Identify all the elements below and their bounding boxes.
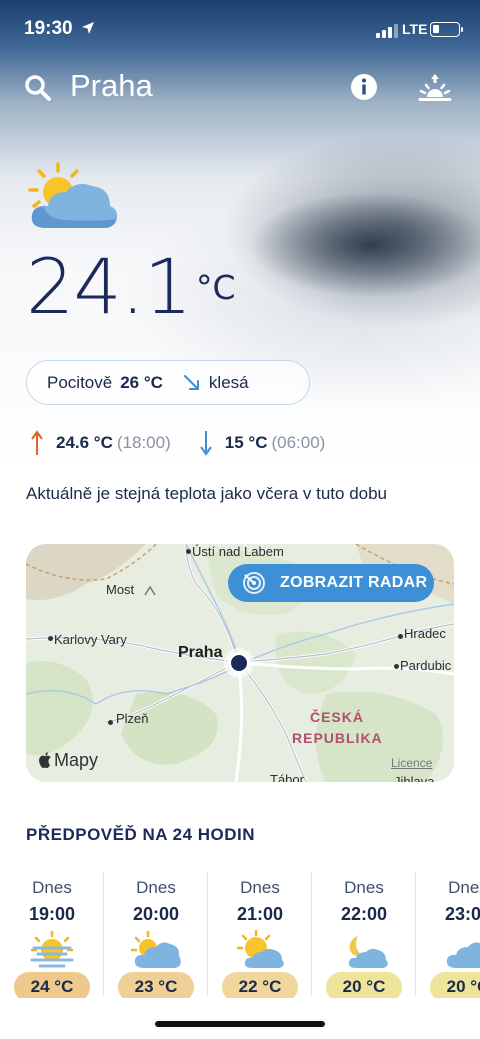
min-temperature: 15 °C	[224, 433, 268, 452]
mine-icon	[144, 586, 156, 596]
home-indicator[interactable]	[155, 1021, 325, 1027]
map-label-usti: Ústí nad Labem	[192, 544, 284, 559]
signal-icon	[376, 24, 398, 38]
hour-temp: 23 °C	[118, 972, 194, 998]
map-label-praha: Praha	[178, 644, 223, 661]
map-label-karlovy-vary: Karlovy Vary	[54, 632, 127, 647]
trend-label: klesá	[208, 372, 249, 392]
trend-down-arrow-icon	[183, 374, 199, 390]
hour-time: 19:00	[28, 904, 76, 924]
max-temperature-time: (18:00)	[116, 433, 171, 452]
map-label-tabor: Tábor	[270, 772, 304, 782]
map-label-most: Most	[106, 582, 135, 597]
map-label-jihlava: Jihlava	[394, 774, 435, 782]
map-label-hradec: Hradec	[404, 626, 446, 641]
current-temperature: 24.1	[26, 242, 192, 331]
map-label-country: ČESKÁ REPUBLIKA	[292, 709, 383, 746]
hour-card[interactable]: Dnes 21:00 22 °C	[208, 870, 312, 998]
map-label-plzen: Plzeň	[116, 711, 149, 726]
hour-card[interactable]: Dnes 20:00 23 °C	[104, 870, 208, 998]
sun-cloud-icon	[236, 930, 284, 968]
radar-map[interactable]: ZOBRAZIT RADAR Ústí nad Labem Most Karlo…	[26, 544, 454, 782]
current-location-pin	[228, 652, 250, 674]
network-type: LTE	[402, 21, 428, 37]
hour-time: 20:00	[132, 904, 180, 924]
apple-maps-logo: Mapy	[38, 750, 98, 771]
map-label-pardubice: Pardubic	[400, 658, 452, 673]
licence-link[interactable]: Licence	[391, 756, 432, 770]
hour-card[interactable]: Dnes 19:00 24 °C	[0, 870, 104, 998]
map-dot	[48, 636, 53, 641]
hour-time: 21:00	[236, 904, 284, 924]
status-bar: 19:30 LTE	[0, 0, 480, 58]
cloud-icon	[446, 942, 480, 968]
hour-temp: 24 °C	[14, 972, 90, 998]
weather-summary: Aktuálně je stejná teplota jako včera v …	[26, 484, 388, 503]
hour-day: Dnes	[344, 878, 384, 897]
min-temperature-time: (06:00)	[271, 433, 326, 452]
hour-temp: 20 °C	[326, 972, 402, 998]
sun-fog-icon	[30, 930, 74, 968]
apple-icon	[39, 752, 51, 768]
max-temperature: 24.6 °C	[56, 433, 113, 452]
hour-day: Dnes	[448, 878, 480, 897]
hour-day: Dnes	[32, 878, 72, 897]
hour-temp: 22 °C	[222, 972, 298, 998]
hourly-forecast[interactable]: Dnes 19:00 24 °C Dnes 20:00 23 °C Dnes 2…	[0, 870, 480, 998]
map-dot	[186, 549, 191, 554]
info-icon[interactable]	[350, 73, 378, 101]
forecast-title: PŘEDPOVĚĎ NA 24 HODIN	[26, 825, 256, 844]
hour-temp: 20 °C	[430, 972, 480, 998]
feels-like-label: Pocitově	[47, 372, 113, 392]
hour-card[interactable]: Dnes 22:00 20 °C	[312, 870, 416, 998]
location-arrow-icon	[82, 22, 94, 34]
arrow-up-icon	[31, 430, 43, 455]
map-dot	[394, 664, 399, 669]
moon-cloud-icon	[348, 936, 388, 968]
hour-time: 22:00	[340, 904, 388, 924]
partly-cloudy-icon	[130, 930, 181, 968]
maps-brand: Mapy	[54, 750, 99, 770]
map-dot	[108, 720, 113, 725]
city-name[interactable]: Praha	[70, 68, 153, 104]
hour-card[interactable]: Dnes 23:00 20 °C	[416, 870, 480, 998]
show-radar-button[interactable]: ZOBRAZIT RADAR	[228, 564, 434, 602]
battery-icon	[430, 22, 463, 37]
min-max-temperatures: 24.6 °C (18:00) 15 °C (06:00)	[30, 430, 325, 456]
arrow-down-icon	[199, 431, 212, 456]
temperature-unit: °C	[196, 268, 236, 307]
partly-cloudy-icon	[28, 162, 118, 228]
radar-icon	[243, 572, 265, 594]
hour-day: Dnes	[136, 878, 176, 897]
feels-like-value: 26 °C	[120, 372, 163, 392]
sunrise-icon[interactable]	[418, 72, 452, 102]
top-bar: Praha	[0, 60, 480, 114]
show-radar-label: ZOBRAZIT RADAR	[280, 574, 428, 591]
hour-day: Dnes	[240, 878, 280, 897]
search-icon[interactable]	[24, 74, 52, 102]
status-time: 19:30	[24, 18, 73, 39]
feels-like-pill[interactable]: Pocitově 26 °C klesá	[26, 360, 310, 405]
map-dot	[398, 634, 403, 639]
hour-time: 23:00	[444, 904, 480, 924]
